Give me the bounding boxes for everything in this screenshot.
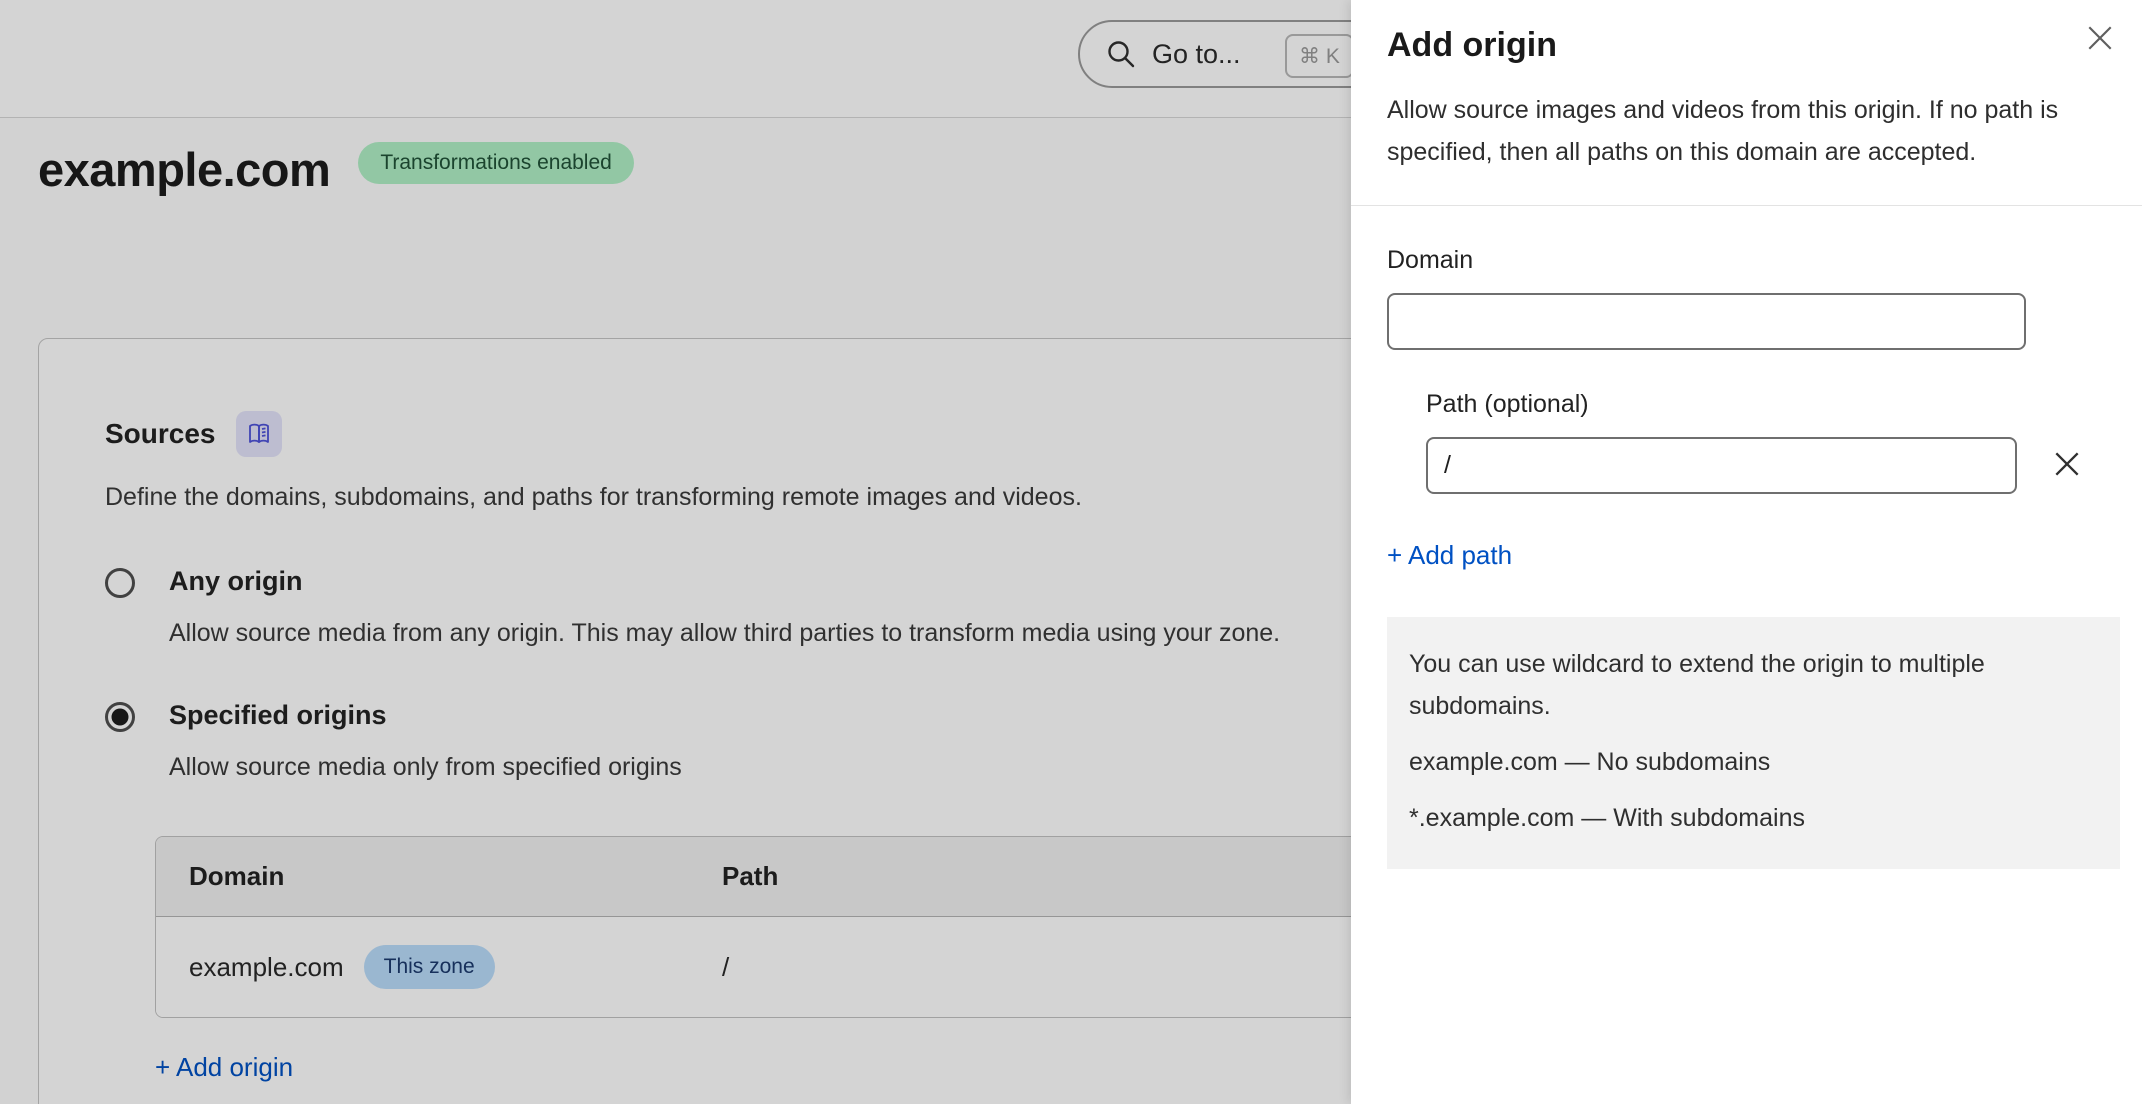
remove-path-icon[interactable] xyxy=(2045,442,2089,486)
wildcard-example-no-subdomains: example.com — No subdomains xyxy=(1409,741,2096,783)
wildcard-info-text: You can use wildcard to extend the origi… xyxy=(1409,643,2096,727)
screen: Go to... ⌘ K example.com Transformations… xyxy=(0,0,2142,1104)
close-icon[interactable] xyxy=(2076,14,2124,62)
wildcard-info-box: You can use wildcard to extend the origi… xyxy=(1387,617,2120,869)
domain-label: Domain xyxy=(1387,246,2106,275)
path-input[interactable] xyxy=(1426,437,2017,494)
wildcard-example-with-subdomains: *.example.com — With subdomains xyxy=(1409,797,2096,839)
path-label: Path (optional) xyxy=(1426,390,2106,419)
panel-title: Add origin xyxy=(1387,26,2106,65)
panel-divider xyxy=(1351,205,2142,206)
add-path-link[interactable]: + Add path xyxy=(1387,540,1512,571)
domain-input[interactable] xyxy=(1387,293,2026,350)
path-group: Path (optional) xyxy=(1426,390,2106,494)
panel-description: Allow source images and videos from this… xyxy=(1387,89,2077,173)
add-origin-panel: Add origin Allow source images and video… xyxy=(1351,0,2142,1104)
